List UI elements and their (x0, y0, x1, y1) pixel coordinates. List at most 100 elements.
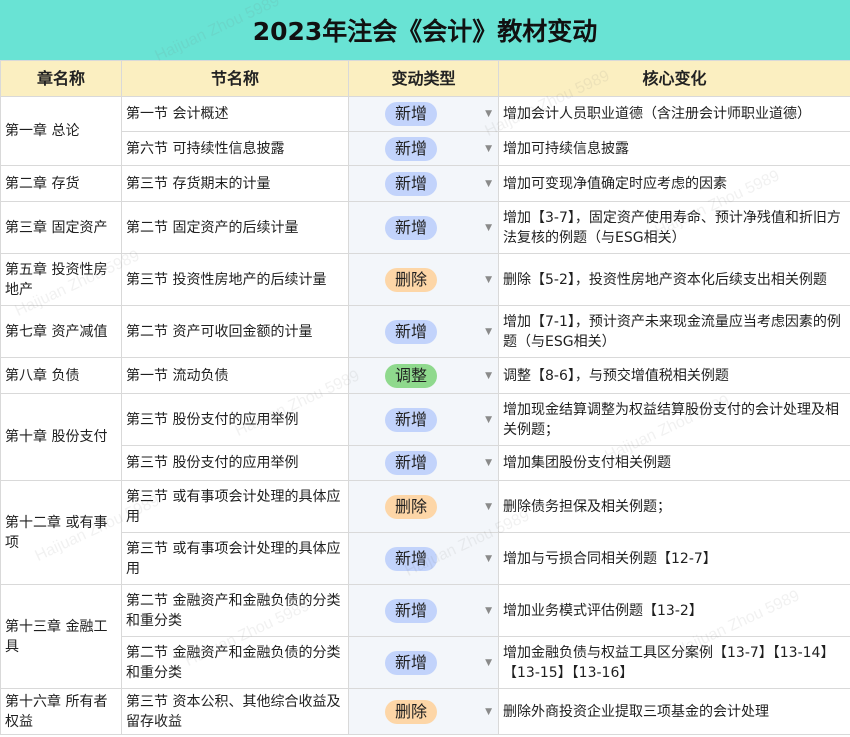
cell-section[interactable]: 第一节 会计概述 (121, 96, 349, 132)
cell-core-change[interactable]: 删除外商投资企业提取三项基金的会计处理 (498, 688, 850, 735)
change-type-select[interactable]: 新增 ▼ (353, 546, 494, 571)
dropdown-caret-icon[interactable]: ▼ (485, 453, 492, 473)
cell-change-type[interactable]: 删除 ▼ (348, 480, 499, 533)
cell-section[interactable]: 第二节 固定资产的后续计量 (121, 201, 349, 254)
dropdown-caret-icon[interactable]: ▼ (485, 702, 492, 722)
table-row: 第十六章 所有者权益 第三节 资本公积、其他综合收益及留存收益 删除 ▼ 删除外商投资企… (0, 688, 850, 735)
dropdown-caret-icon[interactable]: ▼ (485, 410, 492, 430)
cell-section[interactable]: 第三节 股份支付的应用举例 (121, 445, 349, 481)
cell-chapter[interactable]: 第十六章 所有者权益 (0, 688, 122, 735)
header-section[interactable]: 节名称 (121, 60, 349, 97)
dropdown-caret-icon[interactable]: ▼ (485, 549, 492, 569)
cell-change-type[interactable]: 新增 ▼ (348, 532, 499, 585)
cell-core-change[interactable]: 删除债务担保及相关例题； (498, 480, 850, 533)
change-type-select[interactable]: 调整 ▼ (353, 363, 494, 388)
header-chapter[interactable]: 章名称 (0, 60, 122, 97)
cell-chapter[interactable]: 第五章 投资性房地产 (0, 253, 122, 306)
change-type-select[interactable]: 新增 ▼ (353, 451, 494, 475)
cell-chapter[interactable]: 第十三章 金融工具 (0, 584, 122, 689)
change-type-select[interactable]: 删除 ▼ (353, 699, 494, 724)
change-type-select[interactable]: 删除 ▼ (353, 267, 494, 292)
cell-chapter[interactable]: 第七章 资产减值 (0, 305, 122, 358)
cell-core-change[interactable]: 增加金融负债与权益工具区分案例【13-7】【13-14】【13-15】【13-1… (498, 636, 850, 689)
change-type-select[interactable]: 新增 ▼ (353, 171, 494, 196)
cell-change-type[interactable]: 新增 ▼ (348, 636, 499, 689)
cell-change-type[interactable]: 新增 ▼ (348, 96, 499, 132)
cell-section[interactable]: 第六节 可持续性信息披露 (121, 131, 349, 166)
table-row: 第七章 资产减值 第二节 资产可收回金额的计量 新增 ▼ 增加【7-1】，预计资产未来现… (0, 305, 850, 358)
change-type-tag: 删除 (385, 494, 437, 519)
cell-core-change[interactable]: 增加可变现净值确定时应考虑的因素 (498, 165, 850, 202)
cell-core-change[interactable]: 增加【3-7】，固定资产使用寿命、预计净残值和折旧方法复核的例题（与ESG相关） (498, 201, 850, 254)
change-type-tag: 新增 (385, 598, 437, 623)
cell-section[interactable]: 第三节 存货期末的计量 (121, 165, 349, 202)
dropdown-caret-icon[interactable]: ▼ (485, 218, 492, 238)
cell-core-change[interactable]: 增加可持续信息披露 (498, 131, 850, 166)
change-type-select[interactable]: 删除 ▼ (353, 494, 494, 519)
cell-section[interactable]: 第二节 金融资产和金融负债的分类和重分类 (121, 636, 349, 689)
cell-core-change[interactable]: 增加业务模式评估例题【13-2】 (498, 584, 850, 637)
table-row: 第二章 存货 第三节 存货期末的计量 新增 ▼ 增加可变现净值确定时应考虑的因素 (0, 165, 850, 202)
change-type-tag: 新增 (385, 451, 437, 475)
dropdown-caret-icon[interactable]: ▼ (485, 497, 492, 517)
cell-change-type[interactable]: 新增 ▼ (348, 201, 499, 254)
cell-change-type[interactable]: 调整 ▼ (348, 357, 499, 394)
change-type-select[interactable]: 新增 ▼ (353, 136, 494, 161)
cell-core-change[interactable]: 增加现金结算调整为权益结算股份支付的会计处理及相关例题； (498, 393, 850, 446)
cell-core-change[interactable]: 增加集团股份支付相关例题 (498, 445, 850, 481)
change-type-select[interactable]: 新增 ▼ (353, 215, 494, 240)
dropdown-caret-icon[interactable]: ▼ (485, 366, 492, 386)
cell-change-type[interactable]: 新增 ▼ (348, 165, 499, 202)
cell-change-type[interactable]: 删除 ▼ (348, 688, 499, 735)
cell-section[interactable]: 第三节 投资性房地产的后续计量 (121, 253, 349, 306)
change-type-select[interactable]: 新增 ▼ (353, 650, 494, 675)
change-type-tag: 新增 (385, 102, 437, 126)
table-row: 第五章 投资性房地产 第三节 投资性房地产的后续计量 删除 ▼ 删除【5-2】，投资性房… (0, 253, 850, 306)
change-type-select[interactable]: 新增 ▼ (353, 319, 494, 344)
cell-change-type[interactable]: 新增 ▼ (348, 131, 499, 166)
change-type-select[interactable]: 新增 ▼ (353, 598, 494, 623)
dropdown-caret-icon[interactable]: ▼ (485, 104, 492, 124)
cell-chapter[interactable]: 第十章 股份支付 (0, 393, 122, 481)
cell-section[interactable]: 第三节 或有事项会计处理的具体应用 (121, 480, 349, 533)
table-row: 第十章 股份支付 第三节 股份支付的应用举例 新增 ▼ 增加现金结算调整为权益结算股份支… (0, 393, 850, 481)
cell-change-type[interactable]: 新增 ▼ (348, 445, 499, 481)
cell-core-change[interactable]: 增加与亏损合同相关例题【12-7】 (498, 532, 850, 585)
table-row: 第三章 固定资产 第二节 固定资产的后续计量 新增 ▼ 增加【3-7】，固定资产使用寿命… (0, 201, 850, 254)
cell-chapter[interactable]: 第十二章 或有事项 (0, 480, 122, 585)
cell-change-type[interactable]: 新增 ▼ (348, 305, 499, 358)
cell-core-change[interactable]: 增加【7-1】，预计资产未来现金流量应当考虑因素的例题（与ESG相关） (498, 305, 850, 358)
spreadsheet: 2023年注会《会计》教材变动 章名称 节名称 变动类型 核心变化 第一章 总论… (0, 0, 850, 737)
cell-section[interactable]: 第三节 股份支付的应用举例 (121, 393, 349, 446)
change-type-select[interactable]: 新增 ▼ (353, 407, 494, 432)
change-type-tag: 新增 (385, 546, 437, 571)
table-row: 第三节 或有事项会计处理的具体应用 新增 ▼ 增加与亏损合同相关例题【12-7】 (1, 532, 850, 585)
dropdown-caret-icon[interactable]: ▼ (485, 601, 492, 621)
cell-core-change[interactable]: 增加会计人员职业道德（含注册会计师职业道德） (498, 96, 850, 132)
header-change[interactable]: 核心变化 (498, 60, 850, 97)
dropdown-caret-icon[interactable]: ▼ (485, 174, 492, 194)
cell-chapter[interactable]: 第八章 负债 (0, 357, 122, 394)
dropdown-caret-icon[interactable]: ▼ (485, 270, 492, 290)
cell-change-type[interactable]: 新增 ▼ (348, 393, 499, 446)
change-type-tag: 删除 (385, 699, 437, 724)
cell-change-type[interactable]: 删除 ▼ (348, 253, 499, 306)
cell-change-type[interactable]: 新增 ▼ (348, 584, 499, 637)
sheet-title: 2023年注会《会计》教材变动 (0, 0, 850, 61)
cell-chapter[interactable]: 第三章 固定资产 (0, 201, 122, 254)
cell-chapter[interactable]: 第二章 存货 (0, 165, 122, 202)
dropdown-caret-icon[interactable]: ▼ (485, 139, 492, 159)
cell-core-change[interactable]: 调整【8-6】，与预交增值税相关例题 (498, 357, 850, 394)
change-type-select[interactable]: 新增 ▼ (353, 102, 494, 126)
cell-section[interactable]: 第三节 或有事项会计处理的具体应用 (121, 532, 349, 585)
dropdown-caret-icon[interactable]: ▼ (485, 322, 492, 342)
cell-core-change[interactable]: 删除【5-2】，投资性房地产资本化后续支出相关例题 (498, 253, 850, 306)
header-type[interactable]: 变动类型 (348, 60, 499, 97)
cell-section[interactable]: 第一节 流动负债 (121, 357, 349, 394)
cell-section[interactable]: 第二节 资产可收回金额的计量 (121, 305, 349, 358)
cell-chapter[interactable]: 第一章 总论 (0, 96, 122, 166)
table-row: 第三节 股份支付的应用举例 新增 ▼ 增加集团股份支付相关例题 (1, 445, 850, 481)
cell-section[interactable]: 第二节 金融资产和金融负债的分类和重分类 (121, 584, 349, 637)
cell-section[interactable]: 第三节 资本公积、其他综合收益及留存收益 (121, 688, 349, 735)
dropdown-caret-icon[interactable]: ▼ (485, 653, 492, 673)
